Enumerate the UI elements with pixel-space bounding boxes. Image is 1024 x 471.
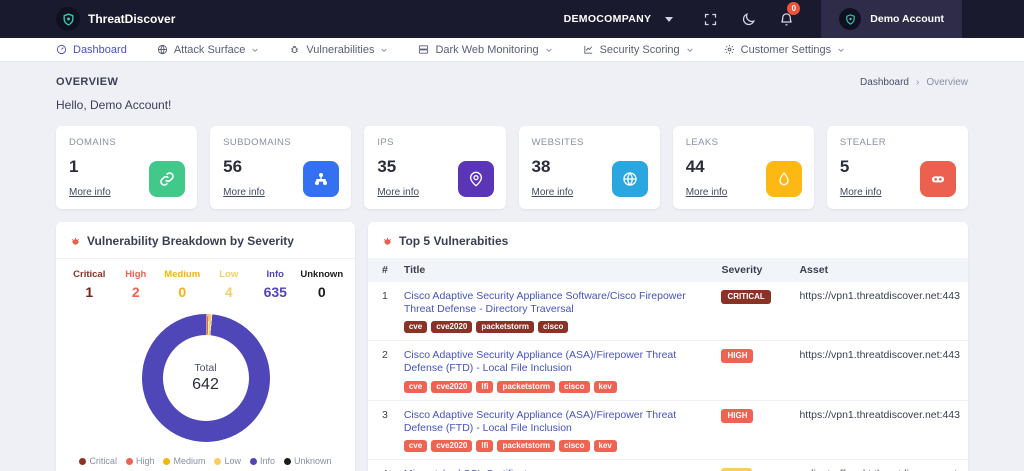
breadcrumb-separator: ›	[916, 77, 919, 88]
breadcrumb: Dashboard › Overview	[860, 77, 968, 88]
account-name: Demo Account	[870, 13, 944, 25]
map-pin-icon	[458, 161, 494, 197]
greeting-text: Hello, Demo Account!	[56, 98, 968, 112]
stat-card-websites: WEBSITES 38 More info	[519, 126, 660, 209]
globe-icon	[157, 44, 168, 55]
nav-item-vulnerabilities[interactable]: Vulnerabilities	[289, 44, 388, 56]
legend-item-info[interactable]: Info	[250, 456, 275, 466]
vulnerabilities-table: # Title Severity Asset 1 Cisco Adaptive …	[368, 258, 968, 471]
company-selector[interactable]: DEMOCOMPANY	[564, 13, 674, 25]
stat-card-subdomains: SUBDOMAINS 56 More info	[210, 126, 351, 209]
page-title: OVERVIEW	[56, 76, 118, 88]
gauge-icon	[56, 44, 67, 55]
ips-more-info-link[interactable]: More info	[377, 187, 419, 198]
leaks-more-info-link[interactable]: More info	[686, 187, 728, 198]
vulnerability-link[interactable]: Cisco Adaptive Security Appliance (ASA)/…	[404, 409, 706, 435]
brand[interactable]: ThreatDiscover	[56, 7, 175, 31]
nav-item-customer-settings[interactable]: Customer Settings	[724, 44, 845, 56]
legend-item-high[interactable]: High	[126, 456, 155, 466]
breadcrumb-current: Overview	[926, 77, 968, 88]
legend-item-medium[interactable]: Medium	[163, 456, 205, 466]
severity-stats: Critical 1 High 2 Medium 0 Low 4 Info	[56, 259, 355, 304]
dark-mode-toggle[interactable]	[733, 4, 763, 34]
vuln-panel-title: Top 5 Vulnerabities	[399, 234, 508, 248]
threatdiscover-logo-icon	[56, 7, 80, 31]
stealer-more-info-link[interactable]: More info	[840, 187, 882, 198]
asset-cell: https://vpn1.threatdiscover.net:443	[791, 341, 968, 400]
notifications-button[interactable]: 0	[771, 4, 801, 34]
avatar	[839, 8, 861, 30]
chart-icon	[583, 44, 594, 55]
gear-icon	[724, 44, 735, 55]
chevron-down-icon	[545, 46, 553, 54]
severity-stat-critical: Critical 1	[66, 269, 113, 300]
link-icon	[149, 161, 185, 197]
table-row: 4 Mismatched SSL Certificate ssl LOW onl…	[368, 459, 968, 471]
account-menu[interactable]: Demo Account	[821, 0, 962, 38]
severity-stat-unknown: Unknown 0	[299, 269, 346, 300]
top-vulnerabilities-panel: Top 5 Vulnerabities # Title Severity Ass…	[368, 222, 968, 471]
bug-icon	[382, 236, 393, 247]
stat-card-leaks: LEAKS 44 More info	[673, 126, 814, 209]
stat-card-domains: DOMAINS 1 More info	[56, 126, 197, 209]
tag-list: cve cve2020 lfi packetstorm cisco kev	[404, 381, 706, 393]
nav-item-dark-web-monitoring[interactable]: Dark Web Monitoring	[418, 44, 552, 56]
chart-legend: Critical High Medium Low Info Unknown	[56, 442, 355, 471]
bug-icon	[70, 236, 81, 247]
donut-total-value: 642	[192, 376, 219, 394]
asset-cell: https://vpn1.threatdiscover.net:443	[791, 282, 968, 341]
nav-item-security-scoring[interactable]: Security Scoring	[583, 44, 694, 56]
severity-panel-title: Vulnerability Breakdown by Severity	[87, 234, 294, 248]
donut-total-label: Total	[194, 362, 216, 374]
topbar: ThreatDiscover DEMOCOMPANY 0 Demo Accoun…	[0, 0, 1024, 38]
asset-cell: https://vpn1.threatdiscover.net:443	[791, 400, 968, 459]
websites-more-info-link[interactable]: More info	[532, 187, 574, 198]
company-name: DEMOCOMPANY	[564, 13, 652, 25]
chevron-down-icon	[686, 46, 694, 54]
vulnerability-link[interactable]: Cisco Adaptive Security Appliance Softwa…	[404, 290, 706, 316]
tag-list: cve cve2020 lfi packetstorm cisco kev	[404, 440, 706, 452]
chevron-down-icon	[380, 46, 388, 54]
server-icon	[418, 44, 429, 55]
asset-cell: onlinetreffpunkt.threatdiscover.net	[791, 459, 968, 471]
fullscreen-button[interactable]	[695, 4, 725, 34]
severity-badge: CRITICAL	[721, 290, 770, 304]
brand-name: ThreatDiscover	[88, 12, 175, 26]
notification-badge: 0	[787, 2, 800, 15]
severity-stat-high: High 2	[113, 269, 160, 300]
severity-donut-chart[interactable]: Total 642	[142, 314, 270, 442]
subdomains-more-info-link[interactable]: More info	[223, 187, 265, 198]
severity-stat-medium: Medium 0	[159, 269, 206, 300]
legend-item-low[interactable]: Low	[214, 456, 241, 466]
nav-item-dashboard[interactable]: Dashboard	[56, 44, 127, 56]
nav-item-attack-surface[interactable]: Attack Surface	[157, 44, 260, 56]
legend-item-unknown[interactable]: Unknown	[284, 456, 332, 466]
chevron-down-icon	[251, 46, 259, 54]
chevron-down-icon	[837, 46, 845, 54]
stat-cards-row: DOMAINS 1 More info SUBDOMAINS 56 More i…	[56, 126, 968, 209]
droplet-icon	[766, 161, 802, 197]
severity-breakdown-panel: Vulnerability Breakdown by Severity Crit…	[56, 222, 355, 471]
domains-more-info-link[interactable]: More info	[69, 187, 111, 198]
globe-icon	[612, 161, 648, 197]
stat-card-ips: IPS 35 More info	[364, 126, 505, 209]
table-row: 3 Cisco Adaptive Security Appliance (ASA…	[368, 400, 968, 459]
sitemap-icon	[303, 161, 339, 197]
mask-icon	[920, 161, 956, 197]
severity-badge: HIGH	[721, 349, 753, 363]
legend-item-critical[interactable]: Critical	[79, 456, 117, 466]
severity-stat-low: Low 4	[206, 269, 253, 300]
breadcrumb-dashboard[interactable]: Dashboard	[860, 77, 909, 88]
table-row: 2 Cisco Adaptive Security Appliance (ASA…	[368, 341, 968, 400]
severity-badge: HIGH	[721, 409, 753, 423]
table-row: 1 Cisco Adaptive Security Appliance Soft…	[368, 282, 968, 341]
bug-icon	[289, 44, 300, 55]
main-nav: Dashboard Attack Surface Vulnerabilities…	[0, 38, 1024, 62]
stat-card-stealer: STEALER 5 More info	[827, 126, 968, 209]
chevron-down-icon	[665, 17, 673, 22]
tag-list: cve cve2020 packetstorm cisco	[404, 321, 706, 333]
table-header-row: # Title Severity Asset	[368, 258, 968, 282]
severity-stat-info: Info 635	[252, 269, 299, 300]
vulnerability-link[interactable]: Cisco Adaptive Security Appliance (ASA)/…	[404, 349, 706, 375]
